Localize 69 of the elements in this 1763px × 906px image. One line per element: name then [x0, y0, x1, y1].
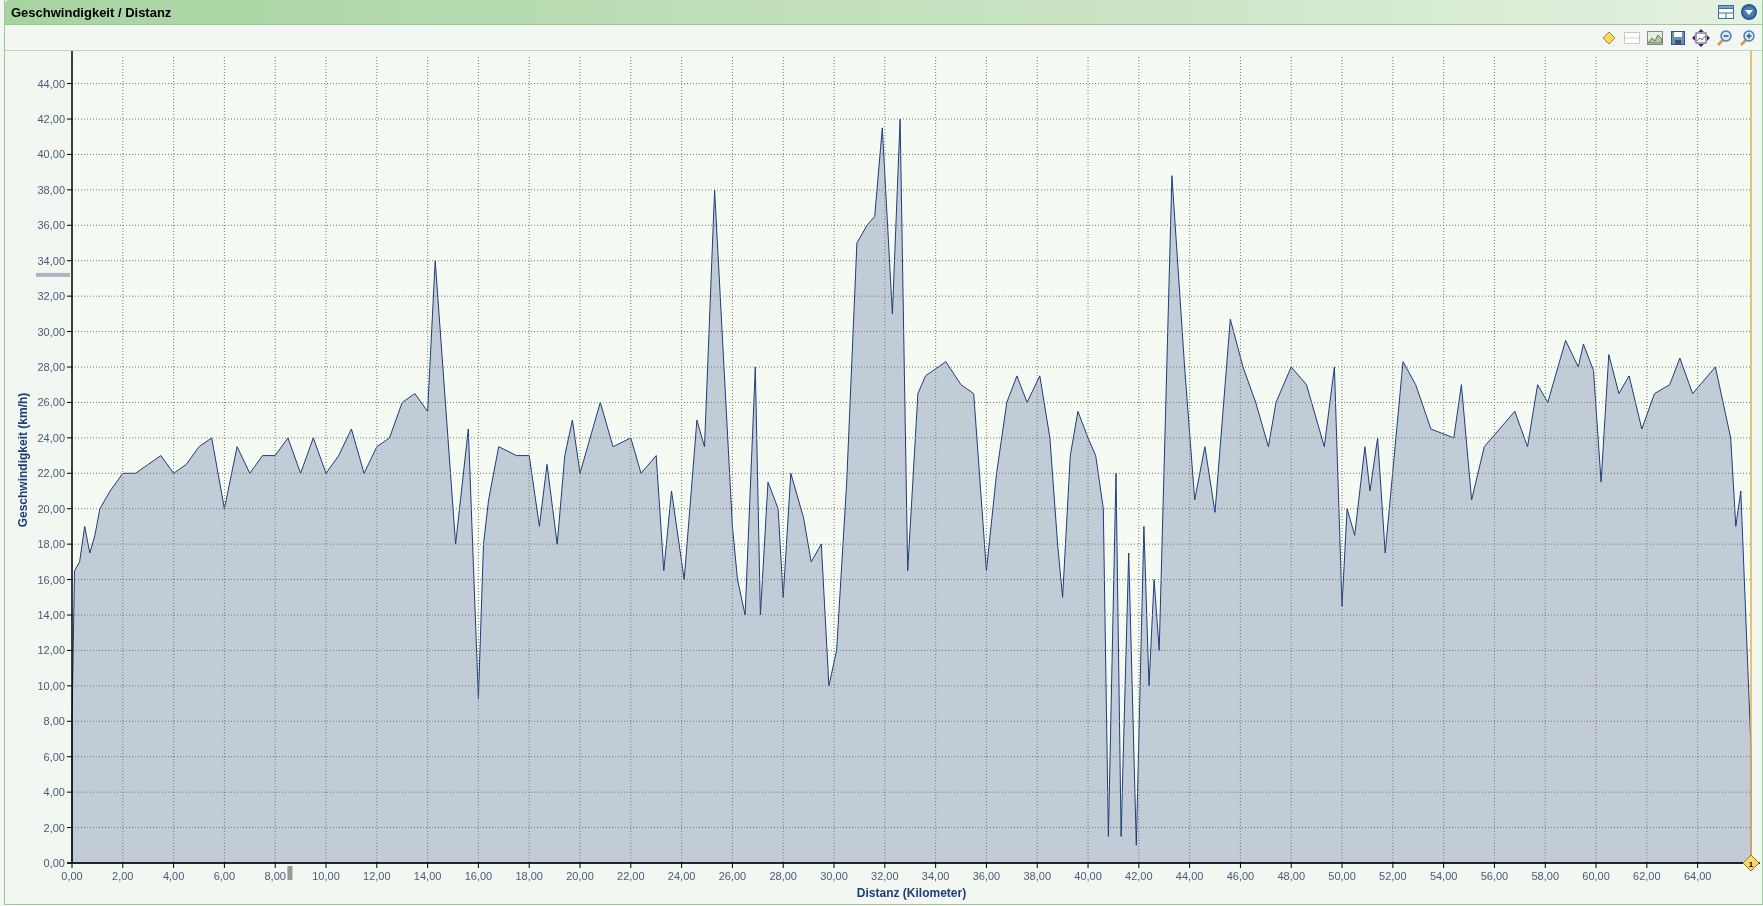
- axis-tick-label: 38,00: [1023, 870, 1051, 882]
- fit-view-icon[interactable]: [1692, 28, 1710, 47]
- axis-tick-label: 0,00: [43, 857, 65, 869]
- axis-tick-label: 22,00: [37, 467, 65, 480]
- axis-tick-label: 54,00: [1429, 870, 1458, 882]
- axis-tick-label: 2,00: [43, 821, 65, 834]
- axis-tick-label: 6,00: [213, 870, 236, 882]
- axis-tick-label: 52,00: [1379, 870, 1407, 882]
- axis-tick-label: 44,00: [37, 77, 65, 90]
- axis-tick-label: 40,00: [1074, 870, 1102, 882]
- axis-tick-label: 16,00: [37, 573, 65, 586]
- axis-tick-label: 36,00: [972, 870, 1001, 882]
- axis-tick-label: 50,00: [1328, 870, 1356, 882]
- axis-tick-label: 44,00: [1175, 870, 1204, 882]
- y-axis-label: Geschwindigkeit (km/h): [16, 392, 30, 528]
- axis-tick-label: 62,00: [1633, 870, 1661, 882]
- axis-tick-label: 14,00: [37, 609, 65, 621]
- axis-tick-label: 24,00: [667, 870, 696, 882]
- axis-tick-label: 16,00: [464, 870, 493, 882]
- zoom-out-icon[interactable]: [1715, 28, 1733, 47]
- axis-tick-label: 42,00: [37, 113, 65, 125]
- axis-tick-label: 6,00: [43, 750, 65, 763]
- axis-tick-label: 48,00: [1277, 870, 1305, 882]
- axis-tick-label: 64,00: [1683, 870, 1712, 882]
- axis-tick-label: 32,00: [871, 870, 899, 882]
- axis-tick-label: 40,00: [37, 148, 65, 161]
- axis-tick-label: 56,00: [1480, 870, 1509, 882]
- scroll-thumb: [287, 866, 293, 880]
- axis-tick-label: 36,00: [37, 219, 65, 232]
- axis-tick-label: 34,00: [37, 254, 65, 267]
- axis-tick-label: 10,00: [37, 679, 65, 692]
- axis-tick-label: 12,00: [37, 644, 65, 657]
- save-icon[interactable]: [1669, 28, 1687, 47]
- panel-title: Geschwindigkeit / Distanz: [11, 4, 172, 20]
- axis-tick-label: 18,00: [37, 538, 65, 551]
- zoom-in-icon[interactable]: [1738, 28, 1756, 47]
- position-marker: 1: [1742, 854, 1760, 872]
- axis-tick-label: 20,00: [566, 870, 594, 882]
- axis-tick-label: 38,00: [37, 183, 65, 196]
- dropdown-icon[interactable]: [1740, 3, 1758, 21]
- scroll-thumb: [36, 272, 70, 277]
- axis-tick-label: 58,00: [1531, 870, 1559, 882]
- axis-tick-label: 30,00: [37, 325, 65, 338]
- axis-tick-label: 4,00: [162, 870, 185, 882]
- axis-tick-label: 26,00: [37, 396, 65, 409]
- axis-tick-label: 30,00: [820, 870, 848, 882]
- axis-tick-label: 28,00: [37, 361, 65, 373]
- axis-tick-label: 26,00: [718, 870, 747, 882]
- axis-tick-label: 46,00: [1226, 870, 1255, 882]
- axis-tick-label: 8,00: [264, 870, 286, 882]
- axis-tick-label: 2,00: [112, 870, 134, 882]
- axis-tick-label: 8,00: [43, 715, 65, 728]
- axis-tick-label: 12,00: [363, 870, 391, 882]
- x-axis-label: Distanz (Kilometer): [856, 886, 967, 900]
- axis-tick-label: 4,00: [43, 786, 65, 799]
- chart-icon[interactable]: [1646, 28, 1664, 47]
- axis-tick-label: 28,00: [769, 870, 797, 882]
- axis-tick-label: 60,00: [1582, 870, 1610, 882]
- axis-tick-label: 32,00: [37, 290, 65, 303]
- axis-tick-label: 22,00: [617, 870, 645, 882]
- axis-tick-label: 24,00: [37, 431, 65, 444]
- axis-tick-label: 20,00: [37, 502, 65, 515]
- axis-tick-label: 18,00: [515, 870, 543, 882]
- axis-tick-label: 14,00: [413, 870, 442, 882]
- layout-icon[interactable]: [1717, 3, 1735, 21]
- axis-tick-label: 0,00: [61, 870, 83, 882]
- axis-tick-label: 34,00: [921, 870, 950, 882]
- axis-tick-label: 42,00: [1125, 870, 1153, 882]
- axis-tick-label: 10,00: [312, 870, 340, 882]
